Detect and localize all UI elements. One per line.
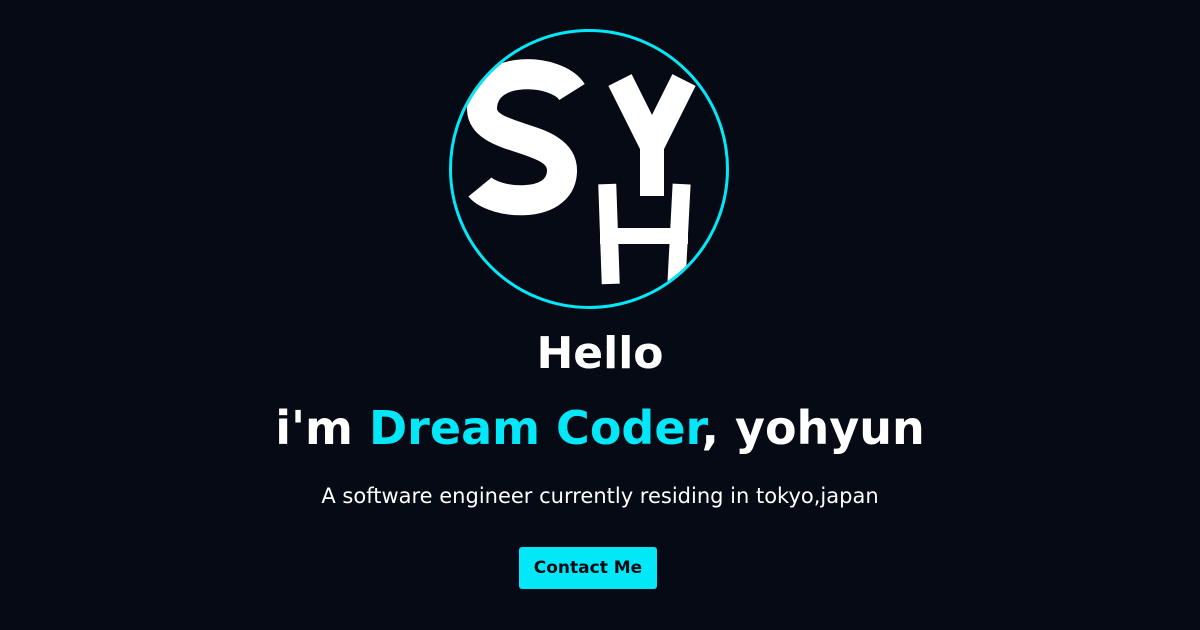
headline: i'm Dream Coder, yohyun: [0, 396, 1200, 460]
avatar: [449, 29, 729, 309]
subtitle: A software engineer currently residing i…: [321, 484, 879, 508]
headline-prefix: i'm: [275, 401, 369, 455]
headline-accent: Dream Coder: [369, 401, 702, 455]
contact-me-button[interactable]: Contact Me: [519, 547, 657, 589]
syh-logo-icon: [467, 59, 696, 285]
headline-suffix: , yohyun: [701, 401, 925, 455]
hero-section: Hello i'm Dream Coder, yohyun A software…: [0, 0, 1200, 630]
greeting-heading: Hello: [536, 328, 664, 379]
